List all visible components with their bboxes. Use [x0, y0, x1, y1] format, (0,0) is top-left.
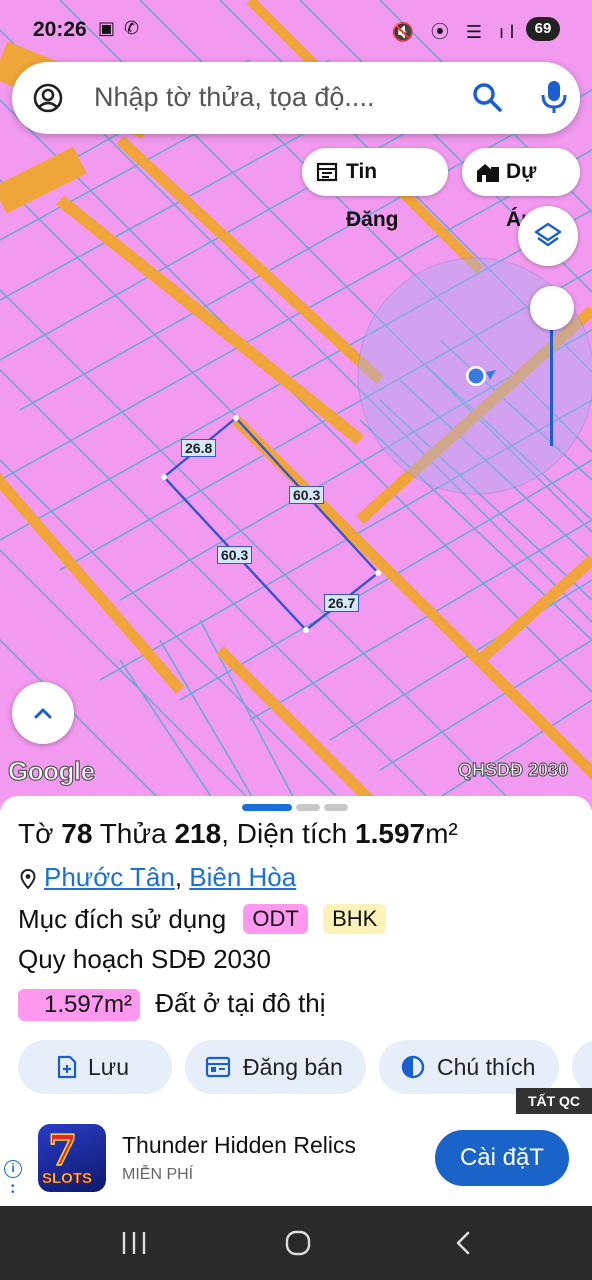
length-label: 26.8: [181, 439, 217, 457]
land-code-badge[interactable]: BHK: [323, 904, 387, 934]
sheet-pager[interactable]: [242, 804, 352, 811]
planned-area-description: Đất ở tại đô thị: [155, 988, 326, 1018]
status-time: 20:26: [33, 18, 87, 41]
recent-apps-icon[interactable]: [120, 1230, 148, 1256]
length-label: 26.7: [324, 594, 360, 612]
save-button[interactable]: Lưu: [18, 1040, 172, 1094]
projects-chip[interactable]: Dự Án: [462, 148, 580, 231]
sheet-label: Tờ: [18, 818, 54, 849]
area-label: Diện tích: [236, 818, 348, 849]
building-icon: [477, 164, 499, 182]
logo-seven-glyph: 7: [47, 1125, 78, 1176]
back-icon[interactable]: [452, 1230, 476, 1256]
pager-dot[interactable]: [296, 804, 320, 811]
action-buttons: Lưu Đăng bán Chú thích: [18, 1040, 592, 1094]
listings-chip-label: Tin Đăng: [346, 160, 399, 231]
sheet-number: 78: [61, 818, 93, 849]
length-label: 60.3: [217, 546, 253, 564]
land-code-badge[interactable]: ODT: [243, 904, 308, 934]
more-actions-button[interactable]: [572, 1040, 592, 1094]
ad-subtitle: MIỄN PHÍ: [122, 1166, 194, 1183]
ad-title[interactable]: Thunder Hidden Relics: [122, 1132, 356, 1159]
account-icon[interactable]: [32, 82, 64, 114]
app-screen: 26.8 60.3 60.3 26.7 Google QHSDĐ 2030 20…: [0, 0, 592, 1280]
ad-info-icon[interactable]: i: [4, 1160, 22, 1178]
chevron-up-icon: [34, 708, 52, 719]
location-pin-icon: [20, 869, 36, 889]
search-bar[interactable]: Nhập tờ thửa, tọa độ....: [12, 62, 580, 134]
save-button-label: Lưu: [88, 1054, 129, 1080]
hide-ads-tag[interactable]: TẤT QC: [516, 1088, 592, 1114]
pager-dot-active[interactable]: [242, 804, 292, 811]
area-value: 1.597: [355, 818, 426, 849]
parcel-location: Phước Tân, Biên Hòa: [20, 862, 296, 893]
area-unit: m²: [425, 818, 458, 849]
listing-icon: [316, 162, 338, 182]
search-icon[interactable]: [470, 80, 504, 114]
install-button[interactable]: Cài đặT: [435, 1130, 569, 1186]
comma: ,: [221, 818, 229, 849]
app-logo[interactable]: 7 SLOTS: [38, 1124, 106, 1192]
planned-area-value: 1.597m²: [18, 989, 141, 1021]
system-navigation-bar: [0, 1206, 592, 1280]
layer-name-label: QHSDĐ 2030: [458, 760, 569, 781]
contrast-icon: [401, 1055, 425, 1079]
expand-up-button[interactable]: [12, 682, 74, 744]
separator: ,: [174, 862, 190, 892]
city-link[interactable]: Biên Hòa: [189, 862, 296, 892]
parcel-title: Tờ 78 Thửa 218, Diện tích 1.597m²: [18, 818, 458, 850]
land-use-purpose: Mục đích sử dụng ODT BHK: [18, 904, 387, 935]
purpose-label: Mục đích sử dụng: [18, 904, 227, 934]
status-bar: 20:26 ▣ ✆ 🔇 ⦿ ☰ ıl 69: [0, 0, 592, 58]
post-for-sale-label: Đăng bán: [243, 1054, 343, 1080]
notification-icons: ▣ ✆: [98, 18, 142, 38]
search-input[interactable]: Nhập tờ thửa, tọa độ....: [94, 82, 374, 113]
listing-form-icon: [205, 1056, 231, 1078]
battery-indicator: 69: [526, 17, 560, 41]
length-label: 60.3: [289, 486, 325, 504]
layers-button[interactable]: [518, 206, 578, 266]
my-location-dot: [468, 368, 484, 384]
layers-icon: [534, 222, 562, 247]
google-attribution: Google: [7, 755, 95, 786]
legend-button[interactable]: Chú thích: [379, 1040, 559, 1094]
system-icons: 🔇 ⦿ ☰ ıl: [391, 22, 520, 42]
parcel-label: Thửa: [99, 818, 167, 849]
save-file-icon: [57, 1055, 77, 1079]
legend-button-label: Chú thích: [437, 1054, 536, 1080]
listings-chip[interactable]: Tin Đăng: [302, 148, 448, 231]
parcel-info-sheet[interactable]: Tờ 78 Thửa 218, Diện tích 1.597m² Phước …: [0, 796, 592, 1116]
parcel-number: 218: [174, 818, 222, 849]
logo-text: SLOTS: [42, 1170, 93, 1188]
ward-link[interactable]: Phước Tân: [44, 862, 175, 892]
post-for-sale-button[interactable]: Đăng bán: [185, 1040, 366, 1094]
home-icon[interactable]: [284, 1230, 312, 1256]
planned-area-row: 1.597m² Đất ở tại đô thị: [18, 988, 326, 1021]
planning-label: Quy hoạch SDĐ 2030: [18, 944, 271, 974]
ad-banner[interactable]: i • • 7 SLOTS Thunder Hidden Relics MIỄN …: [0, 1116, 592, 1206]
microphone-icon[interactable]: [536, 78, 572, 116]
opacity-slider-handle[interactable]: [530, 286, 574, 330]
pager-dot[interactable]: [324, 804, 348, 811]
ad-options-icon[interactable]: • •: [11, 1182, 15, 1198]
